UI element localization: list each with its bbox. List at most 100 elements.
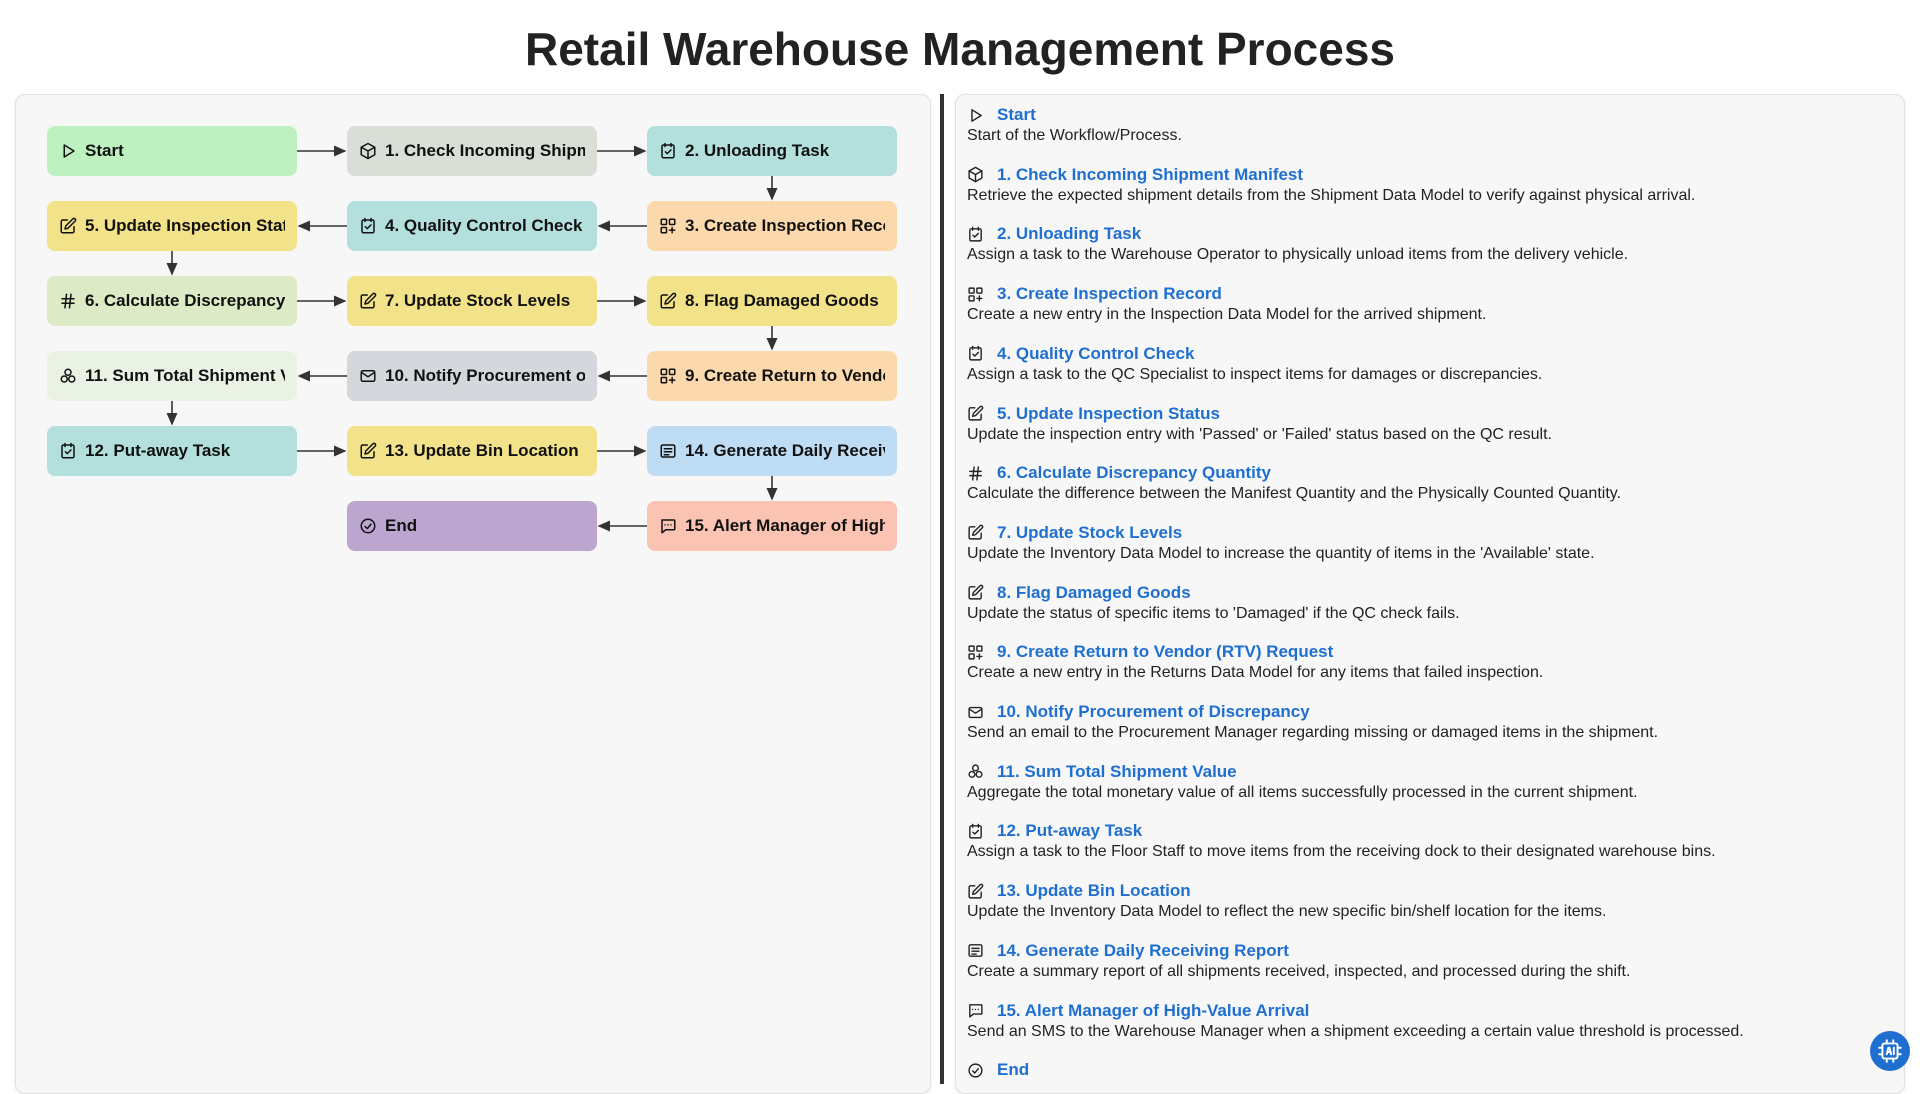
- box-icon: [359, 142, 377, 160]
- box-icon: [967, 166, 984, 183]
- flow-node-label: 5. Update Inspection Status: [85, 216, 285, 235]
- flow-node-14[interactable]: 14. Generate Daily Receiving Report: [647, 426, 897, 476]
- step-list-item-header: 9. Create Return to Vendor (RTV) Request: [967, 641, 1887, 663]
- step-title-link[interactable]: 1. Check Incoming Shipment Manifest: [997, 165, 1303, 185]
- flow-node-7[interactable]: 7. Update Stock Levels: [347, 276, 597, 326]
- step-description: Assign a task to the QC Specialist to in…: [967, 365, 1543, 383]
- flow-node-4[interactable]: 4. Quality Control Check: [347, 201, 597, 251]
- mail-icon: [359, 367, 377, 385]
- flow-node-12[interactable]: 12. Put-away Task: [47, 426, 297, 476]
- flow-node-label: 11. Sum Total Shipment Value: [85, 366, 285, 385]
- flow-node-end[interactable]: End: [347, 501, 597, 551]
- step-title-link[interactable]: 10. Notify Procurement of Discrepancy: [997, 702, 1310, 722]
- step-list-item: End: [967, 1059, 1887, 1081]
- step-list-item-header: 4. Quality Control Check: [967, 343, 1887, 365]
- step-description: Calculate the difference between the Man…: [967, 485, 1622, 503]
- step-title-link[interactable]: 2. Unloading Task: [997, 224, 1141, 244]
- flow-node-15[interactable]: 15. Alert Manager of High-Value Arrival: [647, 501, 897, 551]
- flow-node-10[interactable]: 10. Notify Procurement of Discrepancy: [347, 351, 597, 401]
- step-list-item-header: End: [967, 1059, 1887, 1081]
- task-icon: [967, 226, 984, 243]
- edit-icon: [659, 292, 677, 310]
- step-description: Send an SMS to the Warehouse Manager whe…: [967, 1022, 1744, 1040]
- grid-plus-icon: [967, 286, 984, 303]
- task-icon: [967, 345, 984, 362]
- step-list-item: 2. Unloading Task Assign a task to the Wa…: [967, 223, 1887, 265]
- play-icon: [59, 142, 77, 160]
- flow-node-11[interactable]: 11. Sum Total Shipment Value: [47, 351, 297, 401]
- hash-icon: [59, 292, 77, 310]
- flow-node-8[interactable]: 8. Flag Damaged Goods: [647, 276, 897, 326]
- step-title-link[interactable]: 13. Update Bin Location: [997, 881, 1191, 901]
- flow-node-start[interactable]: Start: [47, 126, 297, 176]
- edit-icon: [359, 292, 377, 310]
- report-icon: [967, 942, 984, 959]
- step-description: Send an email to the Procurement Manager…: [967, 724, 1659, 741]
- step-list-item-header: 7. Update Stock Levels: [967, 522, 1887, 544]
- sms-icon: [659, 517, 677, 535]
- panel-divider[interactable]: [940, 94, 944, 1084]
- coins-icon: [59, 367, 77, 385]
- step-list-item: 13. Update Bin Location Update the Invent…: [967, 880, 1887, 922]
- step-list-item: 9. Create Return to Vendor (RTV) Request…: [967, 641, 1887, 683]
- edit-icon: [967, 584, 984, 601]
- step-list-item-header: 5. Update Inspection Status: [967, 403, 1887, 425]
- step-title-link[interactable]: 15. Alert Manager of High-Value Arrival: [997, 1001, 1309, 1021]
- flow-node-label: 12. Put-away Task: [85, 441, 231, 460]
- grid-plus-icon: [659, 367, 677, 385]
- step-description: Start of the Workflow/Process.: [967, 127, 1182, 144]
- step-list-item-header: 12. Put-away Task: [967, 820, 1887, 842]
- step-title-link[interactable]: 11. Sum Total Shipment Value: [997, 762, 1237, 782]
- step-list-item-header: 3. Create Inspection Record: [967, 283, 1887, 305]
- edit-icon: [967, 524, 984, 541]
- step-description: Update the inspection entry with 'Passed…: [967, 425, 1552, 443]
- step-list-item-header: 11. Sum Total Shipment Value: [967, 761, 1887, 783]
- step-list-item: 5. Update Inspection Status Update the in…: [967, 403, 1887, 445]
- step-description: Aggregate the total monetary value of al…: [967, 783, 1638, 801]
- check-circle-icon: [359, 517, 377, 535]
- edit-icon: [967, 883, 984, 900]
- flow-node-label: 7. Update Stock Levels: [385, 291, 571, 310]
- report-icon: [659, 442, 677, 460]
- flow-node-label: 14. Generate Daily Receiving Report: [685, 441, 885, 460]
- step-title-link[interactable]: Start: [997, 105, 1036, 125]
- step-title-link[interactable]: 5. Update Inspection Status: [997, 404, 1220, 424]
- step-list-item: 4. Quality Control Check Assign a task to…: [967, 343, 1887, 385]
- play-icon: [967, 107, 984, 124]
- step-title-link[interactable]: 9. Create Return to Vendor (RTV) Request: [997, 642, 1333, 662]
- step-description: Update the Inventory Data Model to incre…: [967, 544, 1595, 562]
- task-icon: [59, 442, 77, 460]
- step-list-item: 14. Generate Daily Receiving Report Creat…: [967, 940, 1887, 982]
- step-title-link[interactable]: 3. Create Inspection Record: [997, 284, 1222, 304]
- step-title-link[interactable]: 14. Generate Daily Receiving Report: [997, 941, 1289, 961]
- step-list-item: 6. Calculate Discrepancy Quantity Calcula…: [967, 462, 1887, 504]
- step-list-item: Start Start of the Workflow/Process.: [967, 104, 1887, 146]
- flow-node-5[interactable]: 5. Update Inspection Status: [47, 201, 297, 251]
- flow-node-label: End: [385, 516, 418, 535]
- edit-icon: [359, 442, 377, 460]
- flow-node-1[interactable]: 1. Check Incoming Shipment Manifest: [347, 126, 597, 176]
- flow-node-label: 13. Update Bin Location: [385, 441, 579, 460]
- step-list-item-header: 2. Unloading Task: [967, 223, 1887, 245]
- flow-node-3[interactable]: 3. Create Inspection Record: [647, 201, 897, 251]
- step-title-link[interactable]: 4. Quality Control Check: [997, 344, 1194, 364]
- step-title-link[interactable]: 12. Put-away Task: [997, 821, 1142, 841]
- step-list-item: 1. Check Incoming Shipment Manifest Retri…: [967, 164, 1887, 206]
- flow-node-label: 1. Check Incoming Shipment Manifest: [385, 141, 585, 160]
- step-title-link[interactable]: End: [997, 1060, 1029, 1080]
- step-list-item-header: 10. Notify Procurement of Discrepancy: [967, 701, 1887, 723]
- step-title-link[interactable]: 8. Flag Damaged Goods: [997, 583, 1191, 603]
- flow-node-13[interactable]: 13. Update Bin Location: [347, 426, 597, 476]
- flow-node-2[interactable]: 2. Unloading Task: [647, 126, 897, 176]
- flow-node-label: 15. Alert Manager of High-Value Arrival: [685, 516, 885, 535]
- step-list-item: 7. Update Stock Levels Update the Invento…: [967, 522, 1887, 564]
- flow-node-9[interactable]: 9. Create Return to Vendor (RTV) Request: [647, 351, 897, 401]
- ai-assistant-button[interactable]: [1870, 1031, 1910, 1071]
- step-title-link[interactable]: 6. Calculate Discrepancy Quantity: [997, 463, 1271, 483]
- step-list-item-header: 1. Check Incoming Shipment Manifest: [967, 164, 1887, 186]
- step-description: Update the status of specific items to '…: [967, 604, 1460, 622]
- step-title-link[interactable]: 7. Update Stock Levels: [997, 523, 1182, 543]
- task-icon: [967, 823, 984, 840]
- flow-node-6[interactable]: 6. Calculate Discrepancy Quantity: [47, 276, 297, 326]
- step-list-item-header: 14. Generate Daily Receiving Report: [967, 940, 1887, 962]
